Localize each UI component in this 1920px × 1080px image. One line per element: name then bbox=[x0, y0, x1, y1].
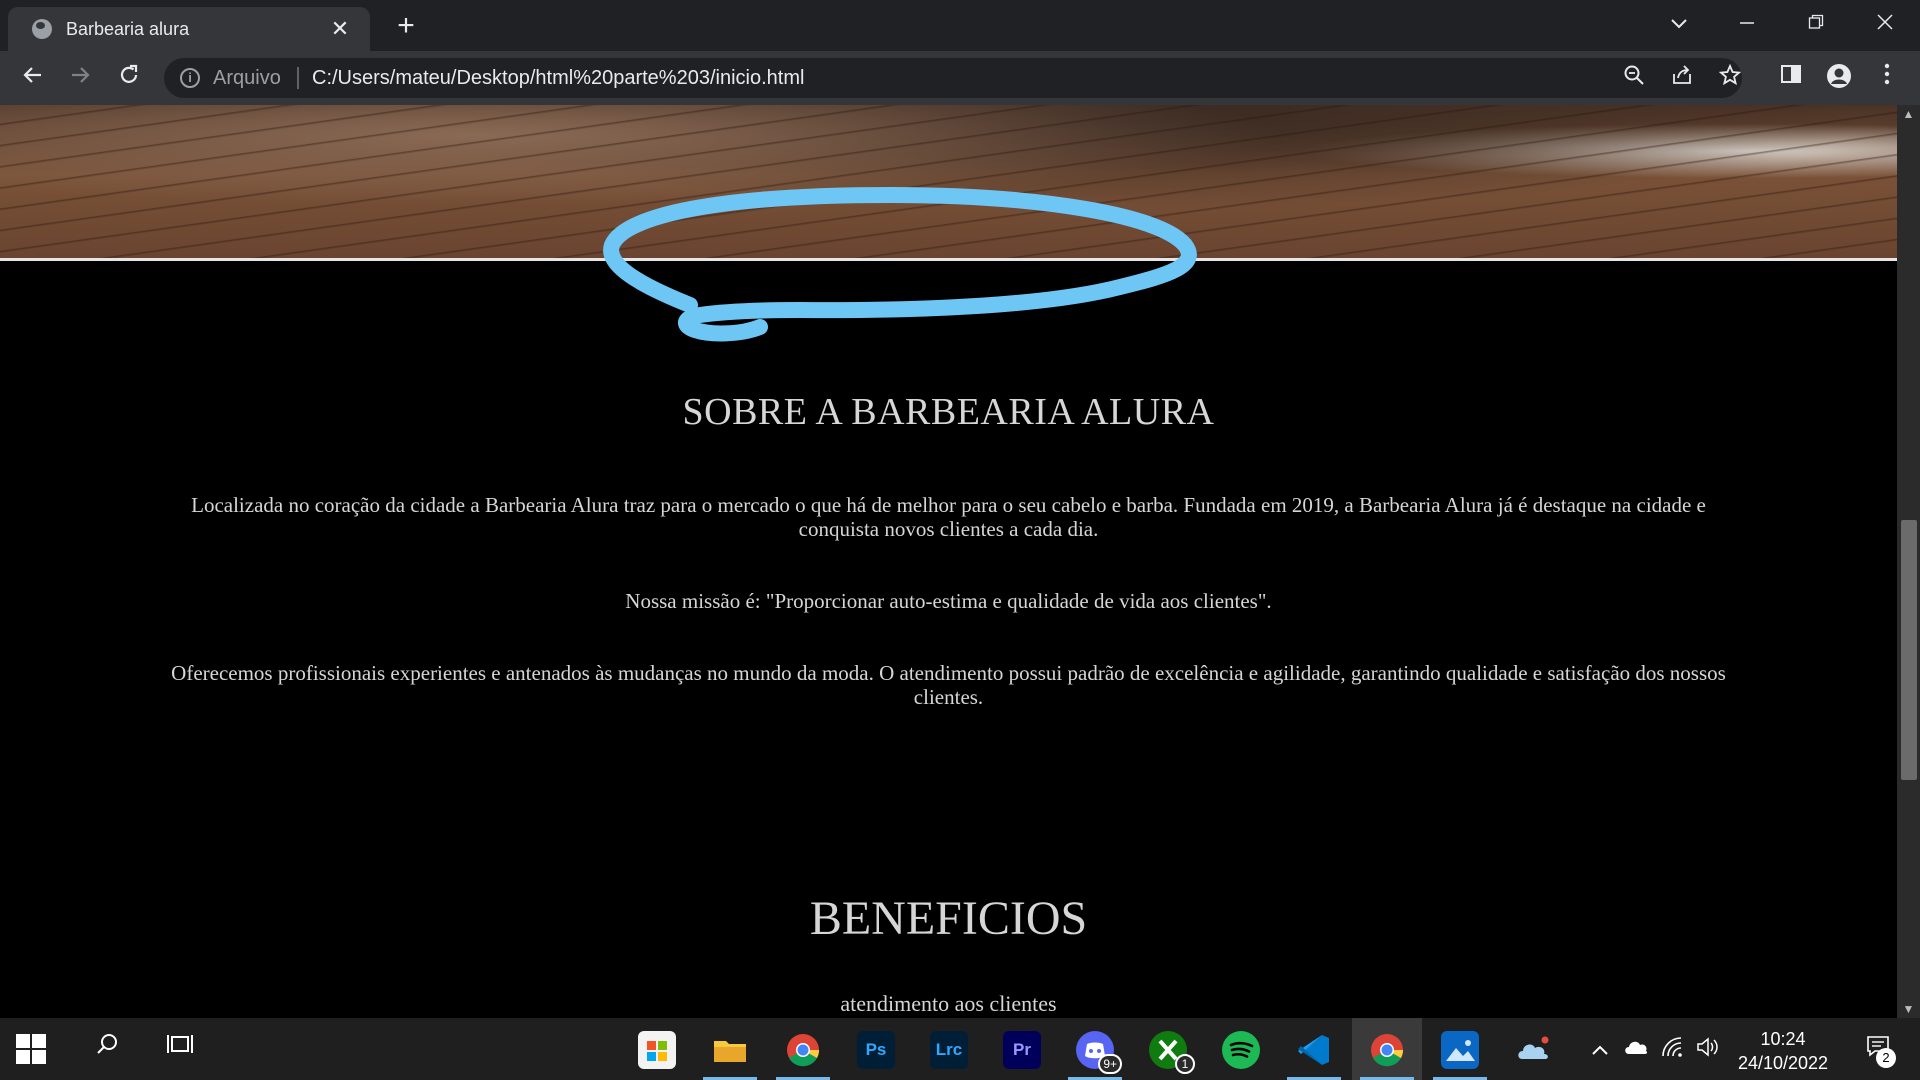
close-window-button[interactable] bbox=[1858, 8, 1912, 38]
tab-title: Barbearia alura bbox=[66, 18, 190, 39]
profile-icon[interactable] bbox=[1824, 63, 1854, 93]
scroll-down-arrow-icon[interactable]: ▼ bbox=[1897, 1000, 1920, 1018]
notification-count: 2 bbox=[1876, 1048, 1896, 1068]
premiere-icon[interactable]: Pr bbox=[987, 1018, 1057, 1080]
page-scrollbar[interactable]: ▲ ▼ bbox=[1897, 105, 1920, 1018]
restore-button[interactable] bbox=[1789, 8, 1843, 38]
search-icon[interactable] bbox=[90, 1032, 126, 1066]
mission-paragraph: Nossa missão é: "Proporcionar auto-estim… bbox=[625, 589, 1272, 613]
photos-icon[interactable] bbox=[1425, 1018, 1495, 1080]
chrome-active-icon[interactable] bbox=[1352, 1018, 1422, 1080]
volume-icon[interactable] bbox=[1694, 1036, 1722, 1064]
tab-strip: Barbearia alura ✕ + bbox=[0, 0, 1920, 51]
globe-icon bbox=[32, 19, 52, 39]
tab-close-icon[interactable]: ✕ bbox=[326, 15, 354, 43]
scrollbar-thumb[interactable] bbox=[1901, 520, 1917, 780]
chrome-icon[interactable] bbox=[768, 1018, 838, 1080]
file-explorer-icon[interactable] bbox=[695, 1018, 765, 1080]
spotify-icon[interactable] bbox=[1206, 1018, 1276, 1080]
address-bar[interactable]: i Arquivo C:/Users/mateu/Desktop/html%20… bbox=[164, 58, 1742, 98]
url-text[interactable]: C:/Users/mateu/Desktop/html%20parte%203/… bbox=[312, 67, 804, 90]
zoom-icon[interactable] bbox=[1620, 64, 1648, 92]
reload-icon[interactable] bbox=[112, 61, 146, 95]
windows-taskbar: Ps Lrc Pr 9+ 1 10:24 24/10/2022 2 bbox=[0, 1018, 1920, 1080]
discord-icon[interactable]: 9+ bbox=[1060, 1018, 1130, 1080]
minimize-button[interactable] bbox=[1720, 8, 1774, 38]
clock-date: 24/10/2022 bbox=[1737, 1053, 1829, 1073]
tab-search-icon[interactable] bbox=[1652, 8, 1706, 38]
windows-start-icon[interactable] bbox=[16, 1034, 46, 1064]
discord-badge: 9+ bbox=[1098, 1054, 1122, 1074]
benefits-heading: BENEFICIOS bbox=[809, 892, 1088, 945]
forward-icon[interactable] bbox=[63, 61, 97, 95]
weather-icon[interactable] bbox=[1498, 1018, 1568, 1080]
clock-time: 10:24 bbox=[1760, 1029, 1806, 1049]
side-panel-icon[interactable] bbox=[1776, 63, 1806, 93]
onedrive-cloud-icon[interactable] bbox=[1622, 1036, 1650, 1064]
task-view-icon[interactable] bbox=[162, 1032, 198, 1066]
chevron-up-icon[interactable] bbox=[1586, 1036, 1614, 1064]
info-icon[interactable]: i bbox=[180, 68, 200, 88]
store-app-icon[interactable] bbox=[622, 1018, 692, 1080]
about-heading: SOBRE A BARBEARIA ALURA bbox=[682, 391, 1215, 433]
taskbar-clock[interactable]: 10:24 24/10/2022 bbox=[1728, 1027, 1838, 1075]
benefit-item: atendimento aos clientes bbox=[840, 991, 1057, 1016]
about-paragraph-3: Oferecemos profissionais experientes e a… bbox=[171, 661, 1726, 709]
scroll-up-arrow-icon[interactable]: ▲ bbox=[1897, 105, 1920, 123]
share-icon[interactable] bbox=[1668, 64, 1696, 92]
photoshop-icon[interactable]: Ps bbox=[841, 1018, 911, 1080]
wifi-icon[interactable] bbox=[1658, 1036, 1686, 1064]
page-viewport: SOBRE A BARBEARIA ALURA Localizada no co… bbox=[0, 105, 1897, 1018]
back-icon[interactable] bbox=[16, 61, 50, 95]
about-paragraph-1: Localizada no coração da cidade a Barbea… bbox=[191, 493, 1706, 541]
xbox-badge: 1 bbox=[1175, 1054, 1195, 1074]
browser-tab[interactable]: Barbearia alura ✕ bbox=[8, 7, 370, 51]
notifications-icon[interactable]: 2 bbox=[1858, 1032, 1898, 1068]
highlight-ellipse-annotation bbox=[603, 187, 1197, 342]
star-icon[interactable] bbox=[1716, 63, 1744, 92]
browser-toolbar: i Arquivo C:/Users/mateu/Desktop/html%20… bbox=[0, 51, 1920, 105]
scheme-label: Arquivo bbox=[213, 67, 281, 89]
xbox-icon[interactable]: 1 bbox=[1133, 1018, 1203, 1080]
vscode-icon[interactable] bbox=[1279, 1018, 1349, 1080]
address-separator bbox=[297, 67, 299, 89]
menu-icon[interactable] bbox=[1872, 63, 1902, 93]
lightroom-classic-icon[interactable]: Lrc bbox=[914, 1018, 984, 1080]
new-tab-button[interactable]: + bbox=[390, 11, 422, 43]
